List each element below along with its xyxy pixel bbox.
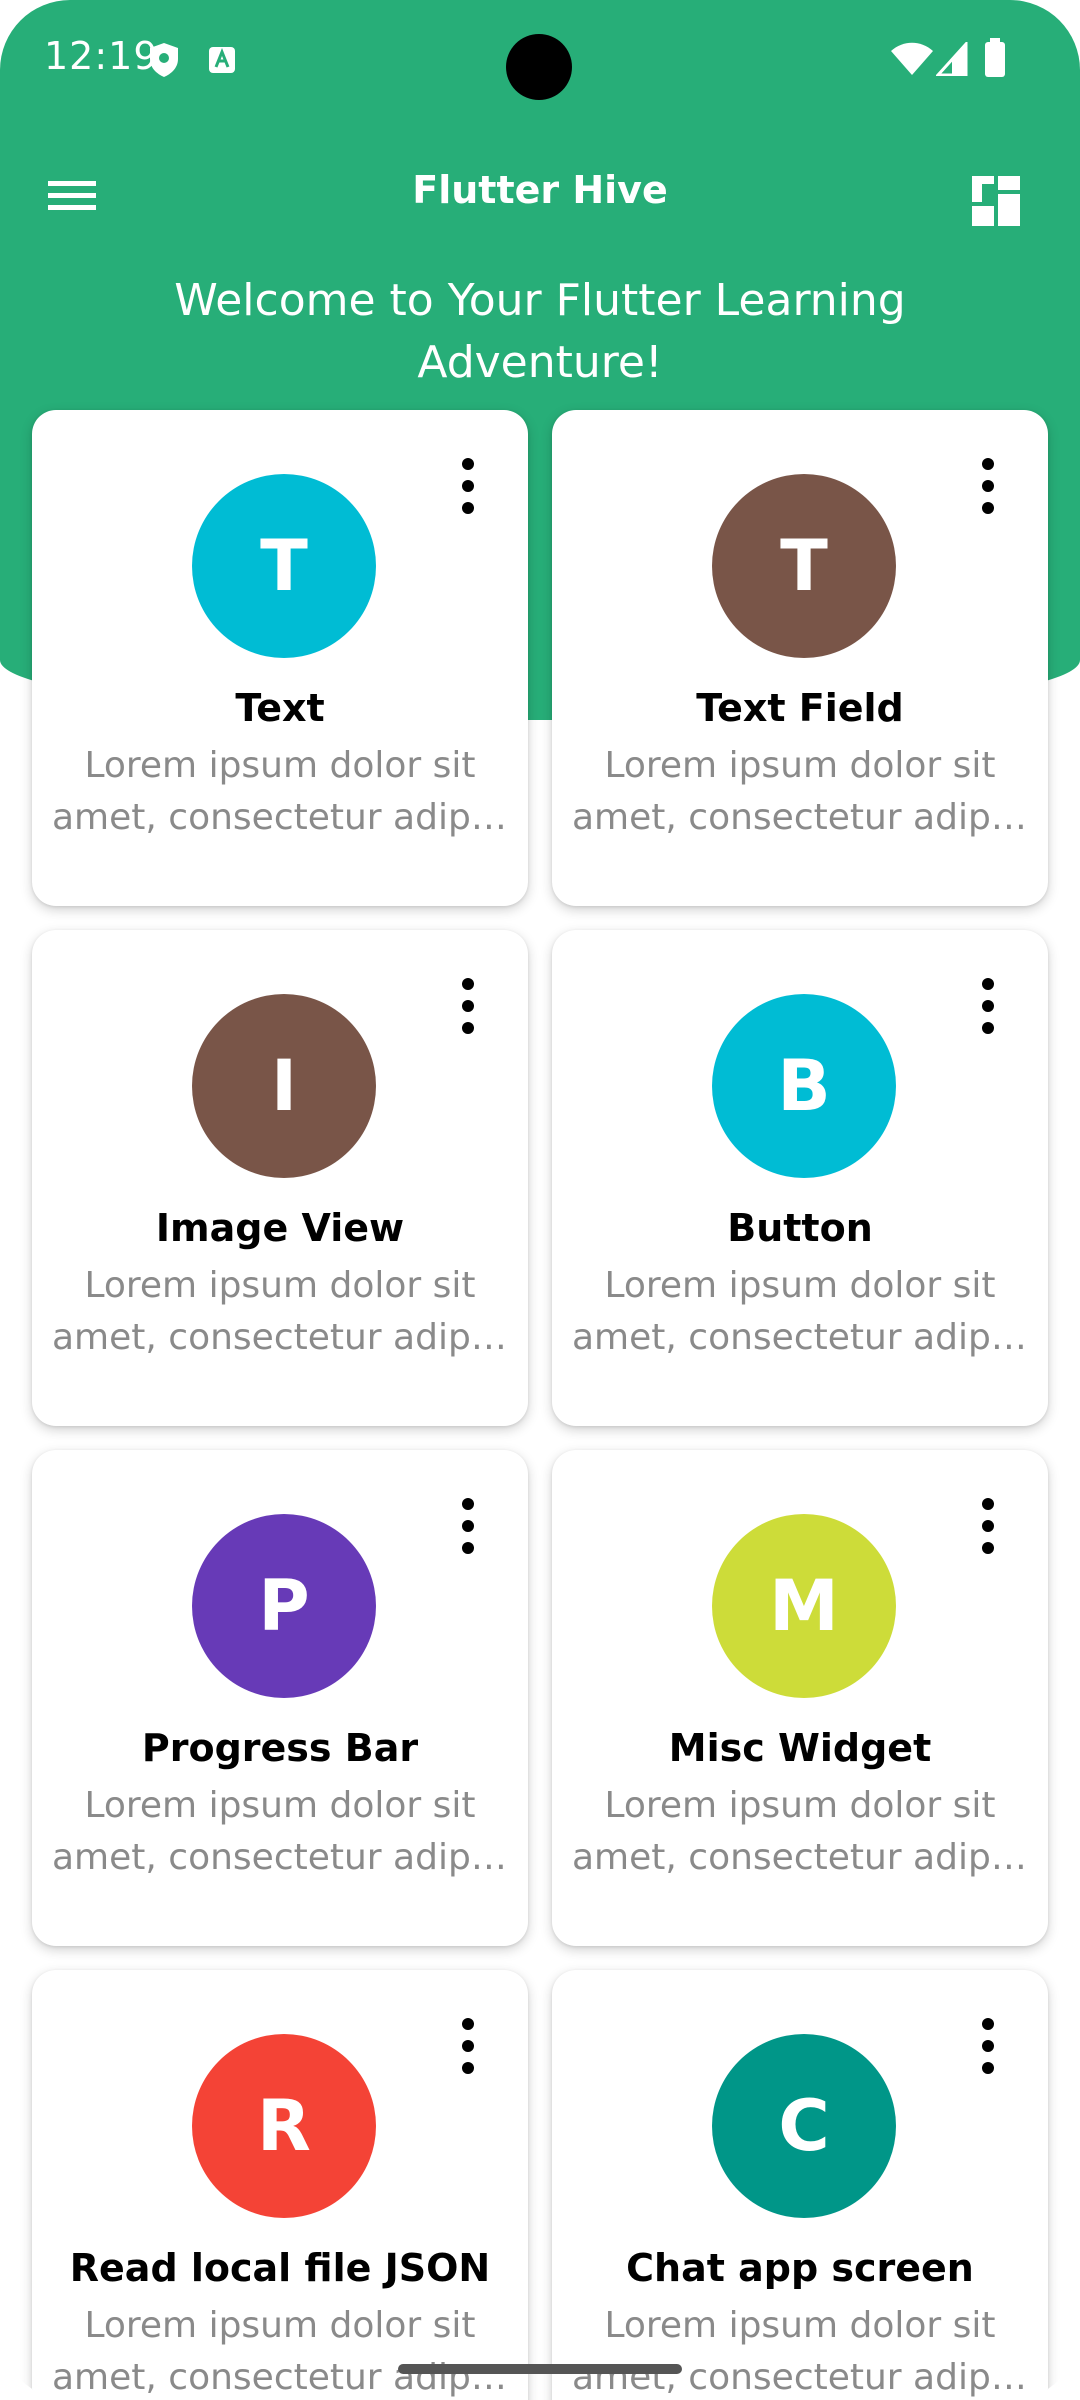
card-description: Lorem ipsum dolor sit amet, consectetur … [52, 1260, 508, 1364]
card-image-view[interactable]: I Image View Lorem ipsum dolor sit amet,… [32, 930, 528, 1426]
avatar: T [192, 474, 376, 658]
description-line-2: amet, consectetur adipi… [52, 1837, 508, 1878]
app-bar: Flutter Hive [0, 140, 1080, 250]
avatar: R [192, 2034, 376, 2218]
card-button[interactable]: B Button Lorem ipsum dolor sit amet, con… [552, 930, 1048, 1426]
camera-cutout [506, 34, 572, 100]
more-options-icon[interactable] [976, 458, 1000, 514]
card-read-local-file-json[interactable]: R Read local file JSON Lorem ipsum dolor… [32, 1970, 528, 2400]
description-line-1: Lorem ipsum dolor sit [604, 1785, 996, 1826]
description-line-2: amet, consectetur adipi… [572, 2357, 1028, 2398]
card-title: Image View [155, 1206, 405, 1250]
avatar: T [712, 474, 896, 658]
card-description: Lorem ipsum dolor sit amet, consectetur … [52, 1780, 508, 1884]
status-time: 12:19 [44, 34, 159, 78]
signal-icon [936, 42, 968, 76]
description-line-1: Lorem ipsum dolor sit [84, 1265, 476, 1306]
wifi-icon [891, 42, 933, 75]
card-title: Text [235, 686, 325, 730]
app-title: Flutter Hive [412, 168, 668, 212]
card-chat-app-screen[interactable]: C Chat app screen Lorem ipsum dolor sit … [552, 1970, 1048, 2400]
card-description: Lorem ipsum dolor sit amet, consectetur … [572, 740, 1028, 844]
description-line-2: amet, consectetur adipi… [52, 1317, 508, 1358]
app-screen: 12:19 Flutter Hive Welcome to Your Flutt… [0, 0, 1080, 2400]
more-options-icon[interactable] [456, 458, 480, 514]
description-line-1: Lorem ipsum dolor sit [84, 745, 476, 786]
card-description: Lorem ipsum dolor sit amet, consectetur … [52, 740, 508, 844]
card-description: Lorem ipsum dolor sit amet, consectetur … [52, 2300, 508, 2400]
description-line-2: amet, consectetur adipi… [572, 797, 1028, 838]
card-text[interactable]: T Text Lorem ipsum dolor sit amet, conse… [32, 410, 528, 906]
more-options-icon[interactable] [456, 1498, 480, 1554]
more-options-icon[interactable] [456, 978, 480, 1034]
description-line-1: Lorem ipsum dolor sit [84, 1785, 476, 1826]
welcome-message: Welcome to Your Flutter Learning Adventu… [100, 270, 980, 394]
description-line-2: amet, consectetur adipi… [572, 1837, 1028, 1878]
status-bar: 12:19 [0, 0, 1080, 120]
home-indicator[interactable] [398, 2364, 682, 2374]
avatar: I [192, 994, 376, 1178]
more-options-icon[interactable] [456, 2018, 480, 2074]
welcome-line-2: Adventure! [417, 337, 663, 388]
avatar: P [192, 1514, 376, 1698]
description-line-2: amet, consectetur adipi… [572, 1317, 1028, 1358]
more-options-icon[interactable] [976, 978, 1000, 1034]
card-description: Lorem ipsum dolor sit amet, consectetur … [572, 1260, 1028, 1364]
description-line-2: amet, consectetur adipi… [52, 2357, 508, 2398]
card-misc-widget[interactable]: M Misc Widget Lorem ipsum dolor sit amet… [552, 1450, 1048, 1946]
more-options-icon[interactable] [976, 1498, 1000, 1554]
description-line-1: Lorem ipsum dolor sit [604, 1265, 996, 1306]
welcome-line-1: Welcome to Your Flutter Learning [174, 275, 906, 326]
avatar: M [712, 1514, 896, 1698]
card-description: Lorem ipsum dolor sit amet, consectetur … [572, 1780, 1028, 1884]
description-line-1: Lorem ipsum dolor sit [84, 2305, 476, 2346]
card-title: Chat app screen [626, 2246, 974, 2290]
description-line-1: Lorem ipsum dolor sit [604, 2305, 996, 2346]
more-options-icon[interactable] [976, 2018, 1000, 2074]
card-text-field[interactable]: T Text Field Lorem ipsum dolor sit amet,… [552, 410, 1048, 906]
card-title: Text Field [696, 686, 904, 730]
layout-toggle-button[interactable] [960, 166, 1032, 236]
card-title: Button [727, 1206, 873, 1250]
card-title: Read local file JSON [69, 2246, 491, 2290]
description-line-2: amet, consectetur adipi… [52, 797, 508, 838]
a-notification-icon [209, 47, 235, 73]
avatar: B [712, 994, 896, 1178]
card-title: Progress Bar [141, 1726, 419, 1770]
dashboard-layout-icon [972, 176, 1020, 226]
avatar: C [712, 2034, 896, 2218]
description-line-1: Lorem ipsum dolor sit [604, 745, 996, 786]
shield-icon [150, 43, 178, 77]
battery-icon [985, 38, 1005, 77]
card-progress-bar[interactable]: P Progress Bar Lorem ipsum dolor sit ame… [32, 1450, 528, 1946]
card-title: Misc Widget [668, 1726, 932, 1770]
card-description: Lorem ipsum dolor sit amet, consectetur … [572, 2300, 1028, 2400]
